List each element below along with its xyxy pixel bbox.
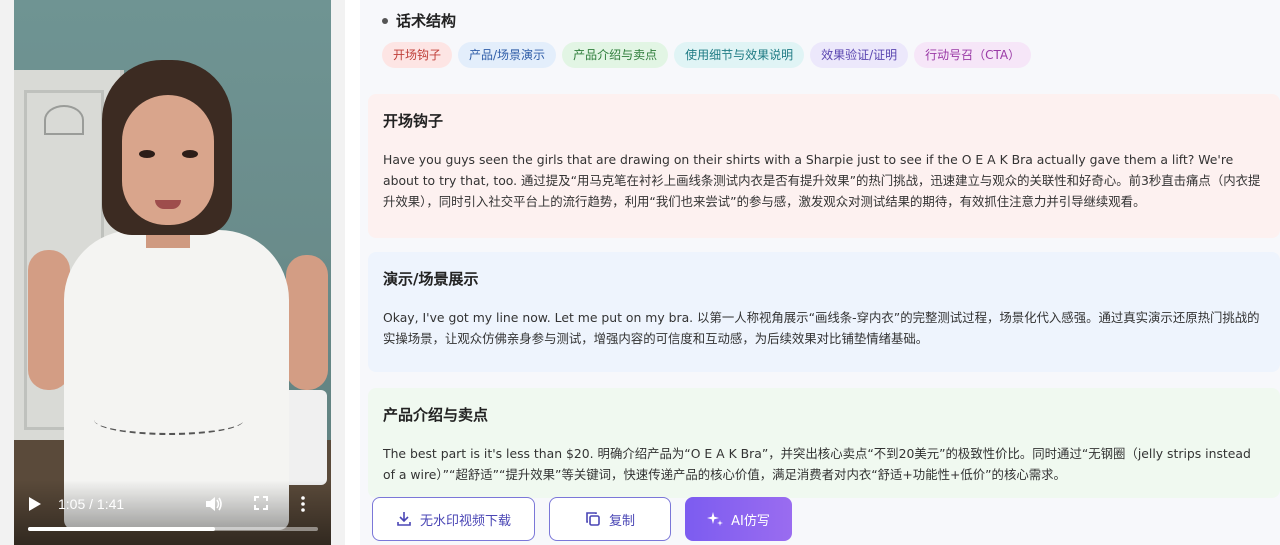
script-panel: 话术结构 开场钩子 产品/场景演示 产品介绍与卖点 使用细节与效果说明 效果验证/证明行… <box>360 0 1280 545</box>
ai-rewrite-button[interactable]: AI仿写 <box>685 497 792 541</box>
section-text: Have you guys seen the girls that are dr… <box>383 152 1261 209</box>
action-bar: 无水印视频下载 复制 AI仿写 <box>372 497 792 541</box>
download-label: 无水印视频下载 <box>419 513 511 529</box>
bullet-icon <box>382 17 388 24</box>
copy-icon <box>585 511 601 527</box>
section-product-intro: 产品介绍与卖点 The best part is it's less than … <box>368 388 1280 498</box>
structure-tag[interactable]: 产品介绍与卖点 <box>562 42 669 68</box>
download-button[interactable]: 无水印视频下载 <box>372 497 535 541</box>
structure-tags: 开场钩子 产品/场景演示 产品介绍与卖点 使用细节与效果说明 效果验证/证明 行动号召（C… <box>382 42 1032 68</box>
section-title: 开场钩子 <box>383 112 444 130</box>
copy-label: 复制 <box>608 513 635 529</box>
section-demo: 演示/场景展示 Okay, I've got my line now. Let … <box>368 252 1280 372</box>
structure-header: 话术结构 开场钩子 产品/场景演示 产品介绍与卖点 使用细节与效果说明 效果验证/证明行… <box>360 0 1280 82</box>
copy-button[interactable]: 复制 <box>549 497 671 541</box>
download-icon <box>396 511 412 527</box>
structure-title-text: 话术结构 <box>396 12 457 30</box>
sparkle-icon <box>707 511 724 527</box>
progress-bar[interactable] <box>28 527 318 531</box>
structure-tag[interactable]: 开场钩子 <box>382 42 453 68</box>
play-icon[interactable] <box>28 496 42 512</box>
video-player[interactable] <box>14 0 331 545</box>
video-controls: 1:05 / 1:41 <box>14 480 331 545</box>
structure-title: 话术结构 <box>382 10 456 31</box>
more-vert-icon[interactable] <box>301 496 305 516</box>
section-title: 演示/场景展示 <box>383 270 479 288</box>
section-text: The best part is it's less than $20. 明确介… <box>383 446 1251 482</box>
section-text: Okay, I've got my line now. Let me put o… <box>383 310 1260 346</box>
structure-tag[interactable]: 行动号召（CTA） <box>914 42 1032 68</box>
hanger <box>44 105 84 135</box>
drawn-line <box>94 405 244 435</box>
structure-tag[interactable]: 产品/场景演示 <box>458 42 557 68</box>
eye-right <box>182 150 198 158</box>
progress-fill <box>28 527 216 531</box>
arm-right <box>286 255 328 390</box>
section-title: 产品介绍与卖点 <box>383 406 489 424</box>
time-display: 1:05 / 1:41 <box>58 496 125 512</box>
eye-left <box>139 150 155 158</box>
structure-tag[interactable]: 效果验证/证明 <box>810 42 909 68</box>
section-opening-hook: 开场钩子 Have you guys seen the girls that a… <box>368 94 1280 238</box>
structure-tag[interactable]: 使用细节与效果说明 <box>674 42 805 68</box>
volume-icon[interactable] <box>205 496 223 516</box>
ai-rewrite-label: AI仿写 <box>731 513 770 529</box>
video-panel: 1:05 / 1:41 <box>0 0 345 545</box>
fullscreen-icon[interactable] <box>254 496 268 514</box>
